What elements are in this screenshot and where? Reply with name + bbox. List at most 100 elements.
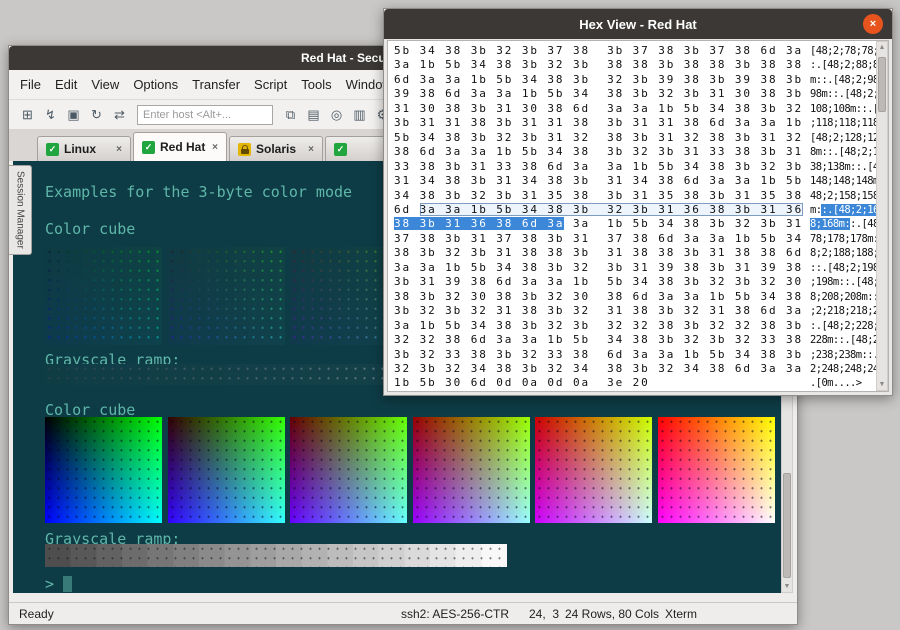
hex-bytes: 1b 5b 30 6d 0d 0a 0d 0a 3e 20: [394, 376, 810, 390]
hex-bytes: 6d 3a 3a 1b 5b 34 38 3b 32 3b 31 36 38 3…: [394, 203, 810, 217]
quick-connect-host-input[interactable]: [137, 105, 273, 125]
ascii-text: .[0m....>: [810, 376, 867, 390]
hex-bytes: 38 3b 32 3b 31 38 38 3b 31 38 38 3b 31 3…: [394, 246, 810, 260]
hex-row: 1b 5b 30 6d 0d 0a 0d 0a 3e 20 .[0m....>: [394, 376, 876, 390]
status-cursor-position: 24, 3: [529, 607, 559, 621]
hex-bytes: 3a 1b 5b 34 38 3b 32 3b 38 38 3b 38 38 3…: [394, 58, 810, 72]
reconnect-icon[interactable]: ↻: [86, 104, 107, 125]
menu-item[interactable]: Edit: [48, 72, 84, 97]
scrollbar-thumb[interactable]: [783, 473, 791, 578]
tab-close-icon[interactable]: ×: [116, 144, 122, 155]
ascii-text: 228m::.[48;2;238: [810, 333, 876, 347]
hex-row: 6d 3a 3a 1b 5b 34 38 3b 32 3b 39 38 3b 3…: [394, 73, 876, 87]
window-title: Red Hat - SecureCRT: [9, 51, 422, 65]
hex-row: 3b 31 39 38 6d 3a 3a 1b 5b 34 38 3b 32 3…: [394, 275, 876, 289]
hex-row: 6d 3a 3a 1b 5b 34 38 3b 32 3b 31 36 38 3…: [394, 203, 876, 217]
connected-check-icon: ✓: [334, 143, 347, 156]
menu-item[interactable]: Options: [126, 72, 185, 97]
terminal-line-color-cube: Color cube: [45, 220, 135, 238]
hex-row: 38 3b 32 3b 31 38 38 3b 31 38 38 3b 31 3…: [394, 246, 876, 260]
find-icon[interactable]: ◎: [326, 104, 347, 125]
hex-row: 3a 1b 5b 34 38 3b 32 3b 38 38 3b 38 38 3…: [394, 58, 876, 72]
hex-row: 32 32 38 6d 3a 3a 1b 5b 34 38 3b 32 3b 3…: [394, 333, 876, 347]
hex-row: 33 38 3b 31 33 38 6d 3a 3a 1b 5b 34 38 3…: [394, 160, 876, 174]
hex-bytes: 31 34 38 3b 31 34 38 3b 31 34 38 6d 3a 3…: [394, 174, 810, 188]
ascii-text: [48;2;78;78;78m:: [810, 44, 876, 58]
connect-terminal-icon[interactable]: ▣: [63, 104, 84, 125]
hex-row: 39 38 6d 3a 3a 1b 5b 34 38 3b 32 3b 31 3…: [394, 87, 876, 101]
session-manager-side-tab[interactable]: Session Manager: [9, 165, 32, 255]
hex-bytes: 3a 3a 1b 5b 34 38 3b 32 3b 31 39 38 3b 3…: [394, 261, 810, 275]
print-icon[interactable]: ▥: [349, 104, 370, 125]
hex-bytes: 33 38 3b 31 33 38 6d 3a 3a 1b 5b 34 38 3…: [394, 160, 810, 174]
session-tab[interactable]: Solaris ×: [229, 136, 323, 161]
tab-close-icon[interactable]: ×: [308, 144, 314, 155]
ascii-text: 8;168m::.[48;2;1: [810, 217, 876, 231]
session-tab[interactable]: ✓ Red Hat ×: [133, 132, 227, 161]
ascii-text: m::.[48;2;168;16: [810, 203, 876, 217]
menu-item[interactable]: View: [84, 72, 126, 97]
color-cube-panel-r0: [45, 247, 162, 345]
hex-bytes: 32 3b 32 34 38 3b 32 34 38 3b 32 34 38 6…: [394, 362, 810, 376]
hex-row: 38 3b 32 30 38 3b 32 30 38 6d 3a 3a 1b 5…: [394, 290, 876, 304]
paste-icon[interactable]: ▤: [303, 104, 324, 125]
hex-row: 3a 1b 5b 34 38 3b 32 3b 32 32 38 3b 32 3…: [394, 319, 876, 333]
hex-bytes: 3b 31 39 38 6d 3a 3a 1b 5b 34 38 3b 32 3…: [394, 275, 810, 289]
hex-row: 5b 34 38 3b 32 3b 31 32 38 3b 31 32 38 3…: [394, 131, 876, 145]
menu-item[interactable]: Tools: [294, 72, 338, 97]
disconnect-icon[interactable]: ⇄: [109, 104, 130, 125]
ascii-text: m::.[48;2;98;98;: [810, 73, 876, 87]
session-tab[interactable]: ✓ Linux ×: [37, 136, 131, 161]
locked-padlock-icon: [238, 143, 251, 156]
scrollbar-thumb[interactable]: [878, 57, 886, 112]
ascii-text: 148;148;148m::.[: [810, 174, 876, 188]
ascii-text: :.[48;2;228;228;: [810, 319, 876, 333]
quick-connect-icon[interactable]: ↯: [40, 104, 61, 125]
hex-content[interactable]: 5b 34 38 3b 32 3b 37 38 3b 37 38 3b 37 3…: [388, 41, 876, 391]
ascii-text: 38;138m::.[48;2;: [810, 160, 876, 174]
menu-item[interactable]: Script: [247, 72, 294, 97]
hex-bytes: 37 38 3b 31 37 38 3b 31 37 38 6d 3a 3a 1…: [394, 232, 810, 246]
close-icon[interactable]: ×: [863, 14, 883, 34]
hex-bytes: 5b 34 38 3b 32 3b 31 32 38 3b 31 32 38 3…: [394, 131, 810, 145]
hex-row: 38 6d 3a 3a 1b 5b 34 38 3b 32 3b 31 33 3…: [394, 145, 876, 159]
hex-bytes: 39 38 6d 3a 3a 1b 5b 34 38 3b 32 3b 31 3…: [394, 87, 810, 101]
color-cube-panel-r204: [535, 417, 652, 523]
hex-scrollbar[interactable]: ▲ ▼: [876, 41, 888, 391]
status-emulation: Xterm: [665, 607, 697, 621]
ascii-text: ;238;238m::.[48;: [810, 348, 876, 362]
hex-row: 3b 32 33 38 3b 32 33 38 6d 3a 3a 1b 5b 3…: [394, 348, 876, 362]
hex-dialog-body: 5b 34 38 3b 32 3b 37 38 3b 37 38 3b 37 3…: [387, 40, 889, 392]
ascii-text: ;118;118;118m::.: [810, 116, 876, 130]
hex-dialog-title: Hex View - Red Hat: [579, 17, 697, 32]
scroll-down-icon[interactable]: ▼: [782, 583, 792, 590]
ascii-text: :.[48;2;88;88;88: [810, 58, 876, 72]
ascii-text: 8m::.[48;2;138;1: [810, 145, 876, 159]
scroll-up-icon[interactable]: ▲: [877, 44, 887, 51]
session-manager-icon[interactable]: ⊞: [17, 104, 38, 125]
ascii-text: ;198m::.[48;2;20: [810, 275, 876, 289]
grayscale-ramp-bright: [45, 544, 507, 567]
hex-bytes: 3b 32 33 38 3b 32 33 38 6d 3a 3a 1b 5b 3…: [394, 348, 810, 362]
ascii-text: 48;2;158;158;158: [810, 189, 876, 203]
hex-row: 37 38 3b 31 37 38 3b 31 37 38 6d 3a 3a 1…: [394, 232, 876, 246]
terminal-prompt-line: >: [45, 575, 72, 593]
tab-close-icon[interactable]: ×: [212, 142, 218, 153]
ascii-text: ::.[48;2;198;198: [810, 261, 876, 275]
menu-item[interactable]: File: [13, 72, 48, 97]
hex-bytes: 32 32 38 6d 3a 3a 1b 5b 34 38 3b 32 3b 3…: [394, 333, 810, 347]
status-bar: Ready ssh2: AES-256-CTR 24, 3 24 Rows, 8…: [9, 602, 797, 624]
scroll-down-icon[interactable]: ▼: [877, 381, 887, 388]
hex-row: 3b 31 31 38 3b 31 31 38 3b 31 31 38 6d 3…: [394, 116, 876, 130]
window-spacer: [9, 593, 797, 602]
color-cube-panel-r255: [658, 417, 775, 523]
hex-dialog-titlebar[interactable]: Hex View - Red Hat ×: [384, 9, 892, 39]
menu-item[interactable]: Transfer: [185, 72, 247, 97]
hex-bytes: 3b 31 31 38 3b 31 31 38 3b 31 31 38 6d 3…: [394, 116, 810, 130]
copy-icon[interactable]: ⧉: [280, 104, 301, 125]
ascii-text: ;2;218;218;218m:: [810, 304, 876, 318]
color-cube-panel-r51: [168, 247, 285, 345]
ascii-text: 8;208;208m::.[48: [810, 290, 876, 304]
color-cube-panel-r0: [45, 417, 162, 523]
ascii-text: 8;2;188;188;188m: [810, 246, 876, 260]
